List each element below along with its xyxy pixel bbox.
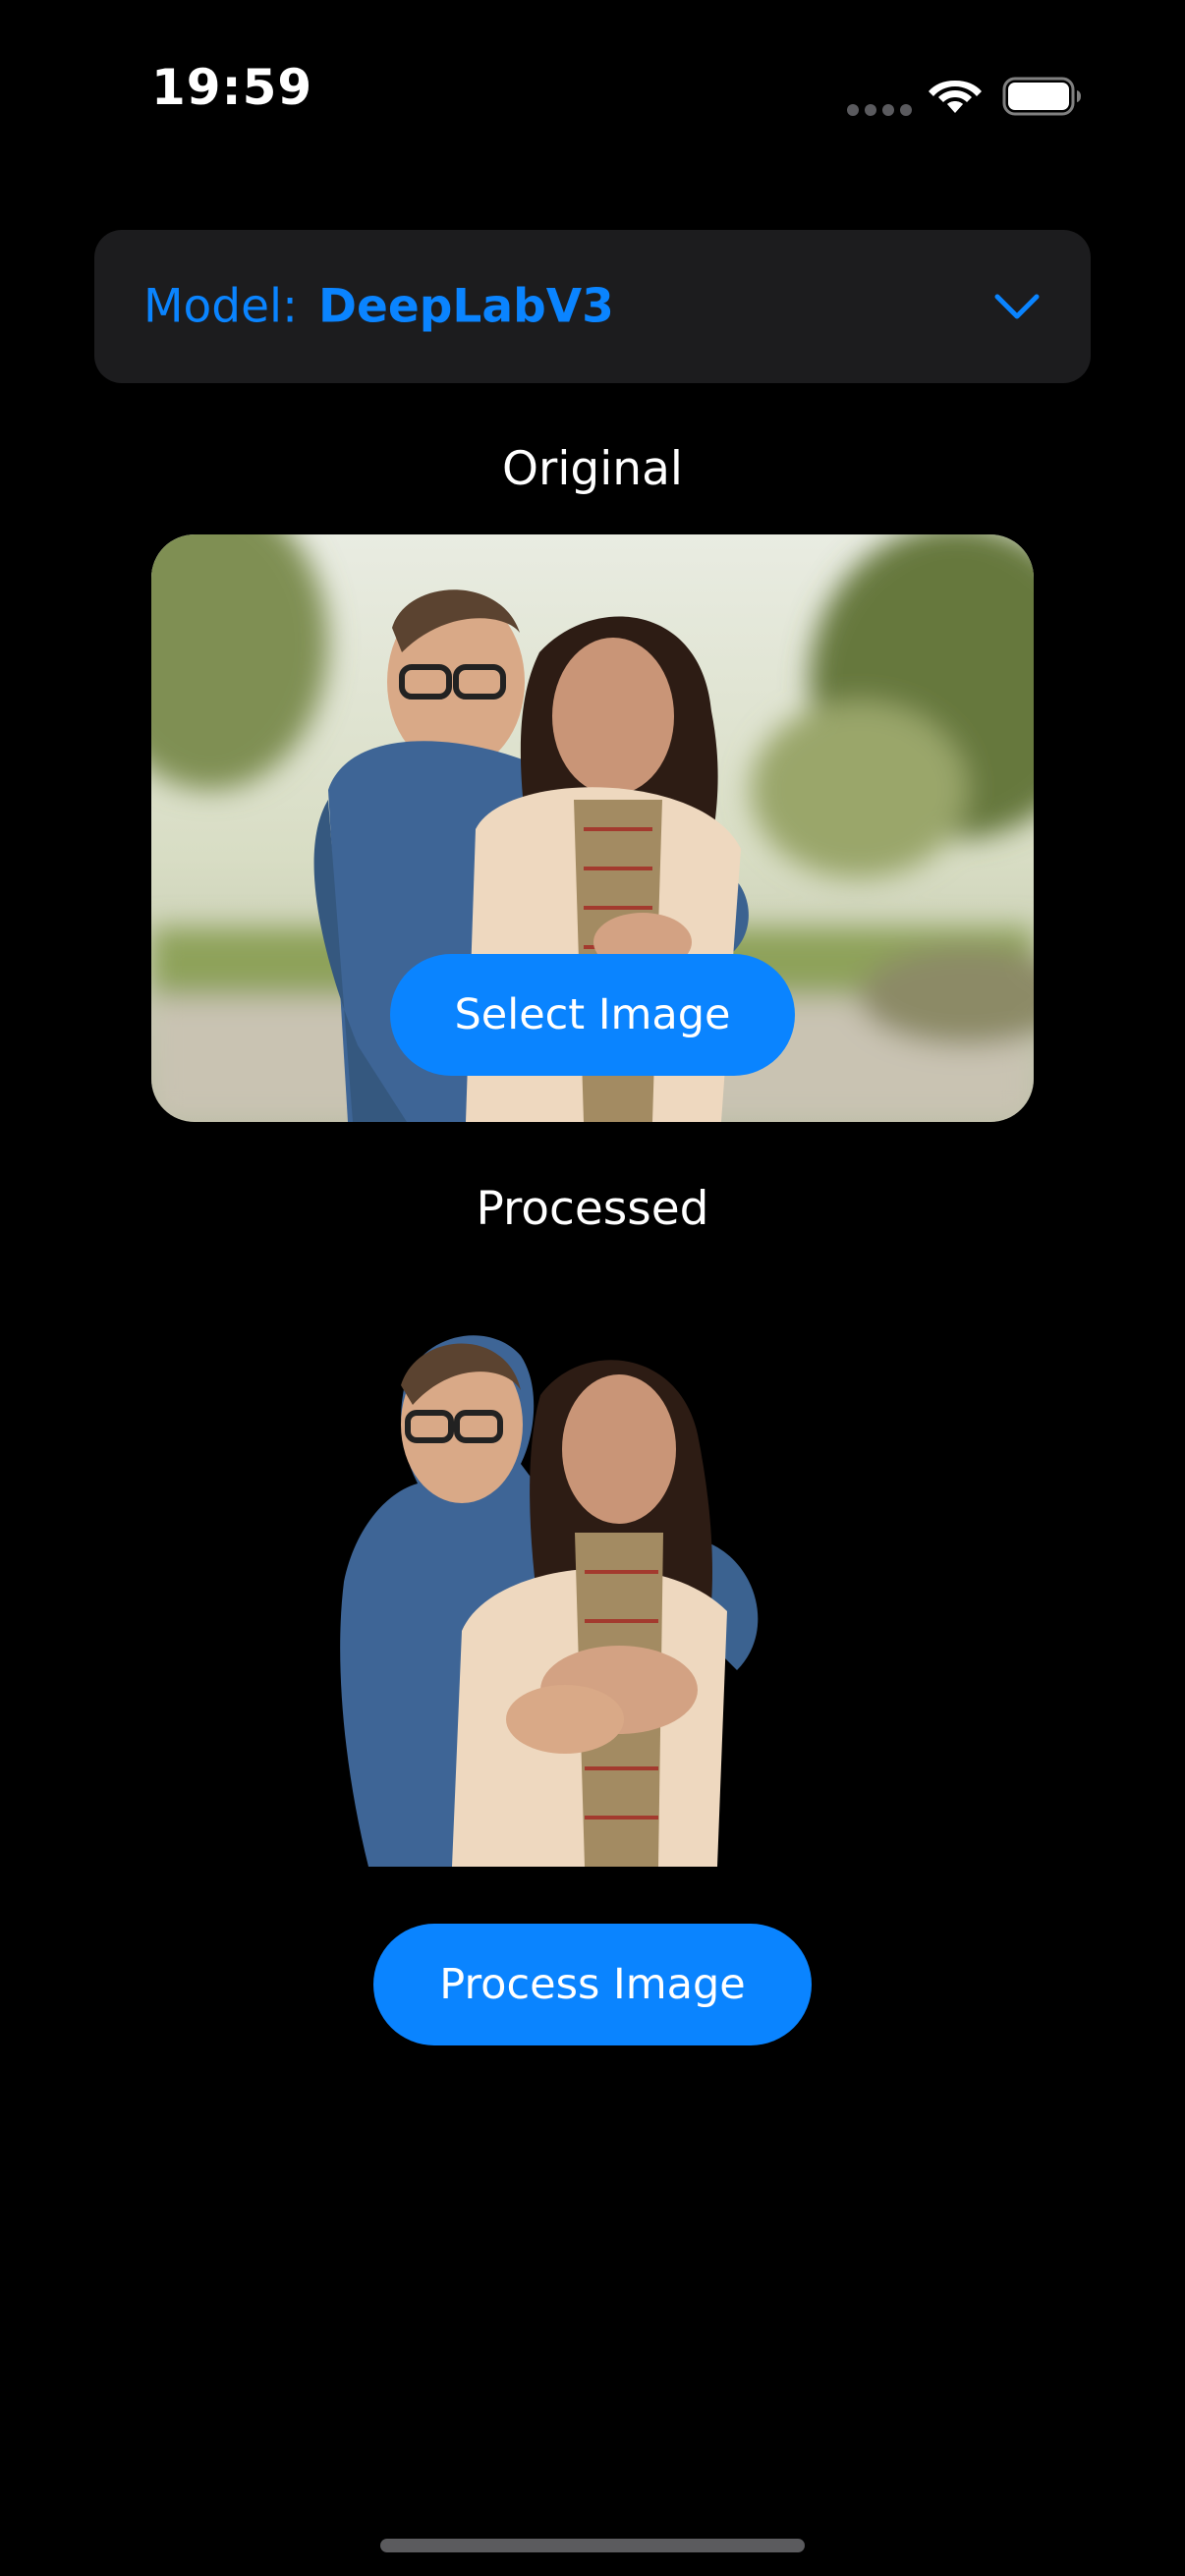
signal-dots-icon xyxy=(847,104,912,116)
chevron-down-icon xyxy=(994,294,1040,319)
original-title: Original xyxy=(502,442,683,496)
status-icons xyxy=(847,71,1083,120)
model-selector[interactable]: Model: DeepLabV3 xyxy=(94,230,1091,383)
battery-icon xyxy=(1002,77,1081,116)
processed-title: Processed xyxy=(476,1182,709,1236)
home-indicator[interactable] xyxy=(380,2539,805,2552)
processed-image xyxy=(324,1307,796,1867)
wifi-icon xyxy=(929,81,982,113)
model-label: Model: xyxy=(143,279,298,334)
process-image-button[interactable]: Process Image xyxy=(373,1924,812,2045)
status-time: 19:59 xyxy=(151,59,313,116)
model-value: DeepLabV3 xyxy=(318,279,614,334)
select-image-button[interactable]: Select Image xyxy=(390,954,795,1076)
